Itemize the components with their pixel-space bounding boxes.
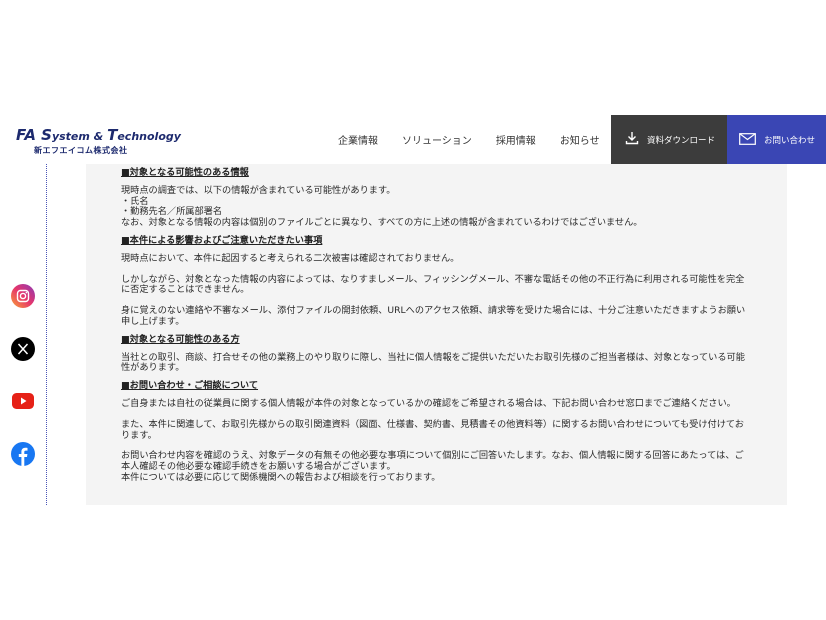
mail-icon — [739, 130, 756, 149]
section-title-affected-persons: ■対象となる可能性のある方 — [121, 333, 240, 345]
paragraph: 現時点の調査では、以下の情報が含まれている可能性があります。 — [121, 184, 396, 196]
notice-content: ■対象となる可能性のある情報 現時点の調査では、以下の情報が含まれている可能性が… — [121, 167, 751, 484]
paragraph: 身に覚えのない連絡や不審なメール、添付ファイルの開封依頼、URLへのアクセス依頼… — [121, 305, 746, 327]
download-label: 資料ダウンロード — [647, 135, 716, 146]
youtube-icon[interactable] — [11, 389, 35, 413]
paragraph: お問い合わせ内容を確認のうえ、対象データの有無その他必要な事項について個別にご回… — [121, 450, 744, 473]
section-title-affected-info: ■対象となる可能性のある情報 — [121, 167, 249, 178]
section-title-impact: ■本件による影響およびご注意いただきたい事項 — [121, 234, 323, 246]
paragraph: しかしながら、対象となった情報の内容によっては、なりすましメール、フィッシングメ… — [121, 273, 745, 296]
facebook-icon[interactable] — [11, 442, 35, 466]
paragraph: 現時点において、本件に起因すると考えられる二次被害は確認されておりません。 — [121, 252, 460, 264]
logo-company-name: 新エフエイコム株式会社 — [34, 146, 128, 155]
section-title-inquiries: ■お問い合わせ・ご相談について — [121, 380, 259, 392]
download-button[interactable]: 資料ダウンロード — [611, 115, 727, 164]
paragraph: 本件については必要に応じて関係機関への報告および相談を行っております。 — [121, 471, 441, 483]
main-nav: 企業情報 ソリューション 採用情報 お知らせ — [338, 115, 600, 164]
decorative-dotted-line — [46, 164, 47, 505]
contact-label: お問い合わせ — [764, 135, 816, 146]
content-panel: ■対象となる可能性のある情報 現時点の調査では、以下の情報が含まれている可能性が… — [86, 164, 787, 505]
paragraph: なお、対象となる情報の内容は個別のファイルごとに異なり、すべての方に上述の情報が… — [121, 217, 643, 229]
company-logo[interactable]: FA System & Technology 新エフエイコム株式会社 — [16, 126, 181, 156]
nav-item-news[interactable]: お知らせ — [560, 132, 600, 147]
logo-wordmark: FA System & Technology — [16, 126, 181, 144]
instagram-icon[interactable] — [11, 284, 35, 308]
site-header: FA System & Technology 新エフエイコム株式会社 企業情報 … — [0, 115, 826, 164]
nav-item-company[interactable]: 企業情報 — [338, 132, 378, 147]
paragraph: 当社との取引、商談、打合せその他の業務上のやり取りに際し、当社に個人情報をご提供… — [121, 351, 745, 374]
x-icon[interactable] — [11, 337, 35, 361]
paragraph: また、本件に関連して、お取引先様からの取引関連資料（図面、仕様書、契約書、見積書… — [121, 418, 744, 441]
paragraph: ご自身または自社の従業員に関する個人情報が本件の対象となっているかの確認をご希望… — [121, 397, 736, 409]
nav-item-solutions[interactable]: ソリューション — [402, 132, 472, 147]
contact-button[interactable]: お問い合わせ — [727, 115, 826, 164]
nav-item-recruit[interactable]: 採用情報 — [496, 132, 536, 147]
download-icon — [625, 130, 639, 149]
